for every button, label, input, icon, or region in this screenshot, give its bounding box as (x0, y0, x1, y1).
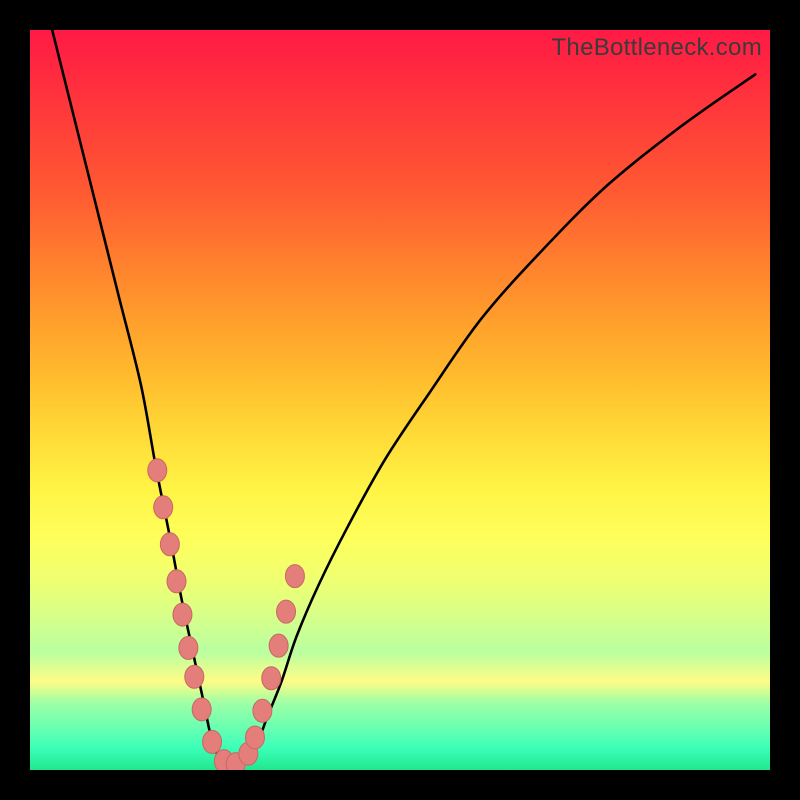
bottleneck-curve-path (52, 30, 755, 766)
curve-marker (160, 533, 179, 556)
bottleneck-curve-svg (30, 30, 770, 770)
curve-marker (203, 730, 222, 753)
curve-marker (269, 634, 288, 657)
curve-marker (154, 496, 173, 519)
marker-group (148, 459, 305, 770)
curve-marker (253, 699, 272, 722)
curve-marker (262, 667, 281, 690)
curve-marker (148, 459, 167, 482)
curve-marker (179, 636, 198, 659)
curve-marker (245, 726, 264, 749)
curve-marker (185, 665, 204, 688)
plot-area: TheBottleneck.com (30, 30, 770, 770)
curve-marker (173, 603, 192, 626)
curve-marker (167, 570, 186, 593)
curve-marker (192, 698, 211, 721)
curve-marker (285, 565, 304, 588)
chart-frame: TheBottleneck.com (0, 0, 800, 800)
curve-marker (277, 600, 296, 623)
